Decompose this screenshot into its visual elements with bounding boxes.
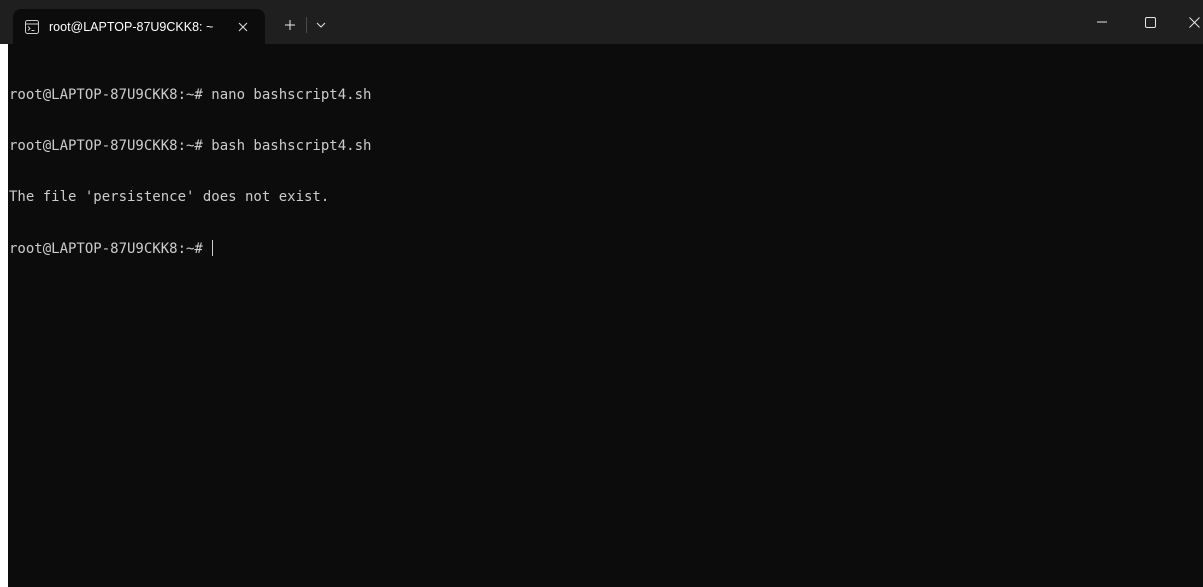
terminal-text: root@LAPTOP-87U9CKK8:~# nano bashscript4… xyxy=(9,53,371,291)
terminal-window: root@LAPTOP-87U9CKK8: ~ root@LAPTOP-87U9… xyxy=(0,0,1203,587)
terminal-output[interactable]: root@LAPTOP-87U9CKK8:~# nano bashscript4… xyxy=(0,44,1203,587)
terminal-line: The file 'persistence' does not exist. xyxy=(9,189,330,205)
maximize-button[interactable] xyxy=(1127,0,1173,44)
close-window-button[interactable] xyxy=(1175,0,1203,44)
close-icon xyxy=(1189,16,1200,28)
terminal-line: root@LAPTOP-87U9CKK8:~# nano bashscript4… xyxy=(9,87,372,103)
maximize-icon xyxy=(1144,16,1156,28)
profile-dropdown-button[interactable] xyxy=(311,14,331,36)
text-cursor xyxy=(212,240,214,256)
tab-title: root@LAPTOP-87U9CKK8: ~ xyxy=(49,19,214,34)
prompt-line[interactable]: root@LAPTOP-87U9CKK8:~# xyxy=(9,240,371,257)
tab-separator xyxy=(306,17,307,33)
plus-icon xyxy=(285,20,295,30)
minimize-icon xyxy=(1097,21,1107,23)
new-tab-button[interactable] xyxy=(279,14,301,36)
tab-root-shell[interactable]: root@LAPTOP-87U9CKK8: ~ xyxy=(13,9,265,44)
title-bar[interactable]: root@LAPTOP-87U9CKK8: ~ xyxy=(0,0,1203,44)
minimize-button[interactable] xyxy=(1079,0,1125,44)
shell-prompt: root@LAPTOP-87U9CKK8:~# xyxy=(9,241,212,257)
terminal-icon xyxy=(24,19,40,35)
close-tab-icon[interactable] xyxy=(232,16,254,38)
terminal-line: root@LAPTOP-87U9CKK8:~# bash bashscript4… xyxy=(9,138,372,154)
chevron-down-icon xyxy=(316,22,326,28)
